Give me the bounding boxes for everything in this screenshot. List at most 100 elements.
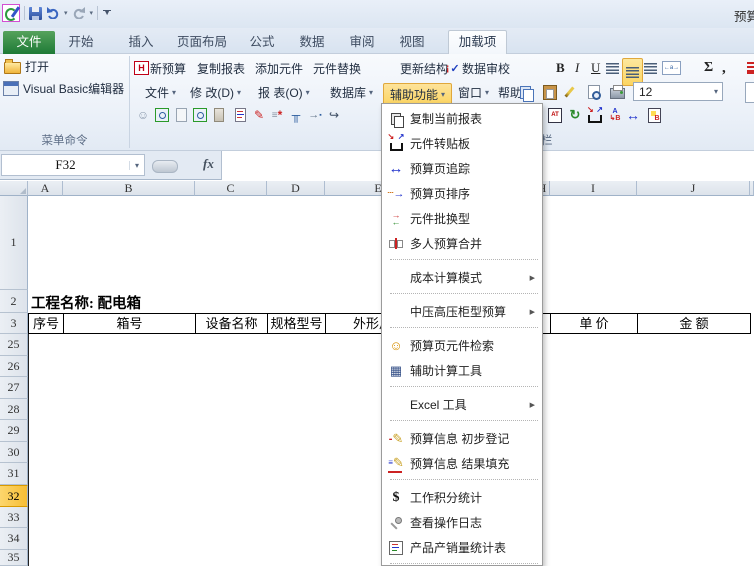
replace-component-button[interactable]: 元件替换	[313, 57, 361, 79]
copy-doc-icon[interactable]	[231, 104, 249, 126]
customize-toolbar-icon[interactable]: ▼	[102, 10, 112, 17]
menu-item-mv-hv-cabinet-budget[interactable]: 中压高压柜型预算	[382, 299, 542, 324]
menu-item-view-operation-log[interactable]: 查看操作日志	[382, 510, 542, 535]
insert-function-button[interactable]: fx	[203, 156, 214, 172]
doc-b-icon[interactable]	[645, 104, 663, 126]
refresh-icon[interactable]	[566, 104, 584, 126]
copy-report-button[interactable]: 复制报表	[197, 57, 245, 79]
menu-item-component-pasteboard[interactable]: 元件转贴板	[382, 131, 542, 156]
font-size-combo[interactable]: 12	[633, 82, 723, 101]
data-check-button[interactable]: 数据审校	[462, 57, 510, 79]
move-row-icon[interactable]	[306, 104, 324, 126]
column-header-j[interactable]: J	[637, 181, 750, 196]
document-icon[interactable]	[172, 104, 190, 126]
menu-item-aux-calc-tool[interactable]: 辅助计算工具	[382, 358, 542, 383]
row-header-29[interactable]: 29	[0, 420, 28, 442]
project-title-cell[interactable]: 工程名称: 配电箱	[31, 292, 141, 313]
row-header-25[interactable]: 25	[0, 334, 28, 356]
row-header-32-active[interactable]: 32	[0, 485, 28, 507]
menu-window[interactable]: 窗口	[458, 81, 489, 103]
menu-item-batch-swap-type[interactable]: 元件批换型	[382, 206, 542, 231]
tab-page-layout[interactable]: 页面布局	[167, 31, 237, 54]
table-header-spec-model[interactable]: 规格型号	[267, 313, 326, 334]
row-header-30[interactable]: 30	[0, 442, 28, 463]
arrow-track-icon[interactable]	[624, 104, 642, 126]
name-box-dropdown-icon[interactable]: ▾	[129, 161, 144, 170]
align-left-icon[interactable]	[606, 57, 619, 79]
tab-formulas[interactable]: 公式	[241, 31, 283, 54]
bucket-transfer-icon[interactable]	[586, 104, 604, 126]
tab-review[interactable]: 审阅	[341, 31, 383, 54]
table-header-device-name[interactable]: 设备名称	[195, 313, 268, 334]
tab-data[interactable]: 数据	[291, 31, 333, 54]
name-box[interactable]: F32 ▾	[1, 154, 145, 176]
menu-file[interactable]: 文件	[145, 81, 176, 103]
menu-database[interactable]: 数据库	[330, 81, 373, 103]
menu-item-multi-user-merge[interactable]: 多人预算合并	[382, 231, 542, 256]
row-header-27[interactable]: 27	[0, 377, 28, 399]
menu-item-cost-calc-mode[interactable]: 成本计算模式	[382, 265, 542, 290]
select-all-corner[interactable]	[0, 181, 28, 196]
merge-cells-icon[interactable]	[662, 57, 681, 79]
paste-icon[interactable]	[543, 81, 557, 103]
ab-swap-icon[interactable]	[606, 104, 624, 126]
save-icon[interactable]	[29, 7, 42, 20]
tab-add-ins[interactable]: 加载项	[448, 30, 507, 55]
menu-item-product-sales-stats[interactable]: 产品产销量统计表	[382, 535, 542, 560]
row-header-3[interactable]: 3	[0, 313, 28, 334]
zoom-sheet-icon[interactable]	[191, 104, 209, 126]
column-header-i[interactable]: I	[550, 181, 637, 196]
menu-item-work-points-stats[interactable]: 工作积分统计	[382, 485, 542, 510]
new-budget-button[interactable]: 新预算	[150, 57, 186, 79]
underline-button[interactable]: U	[591, 57, 600, 79]
bold-button[interactable]: B	[556, 57, 565, 79]
column-header-a[interactable]: A	[28, 181, 63, 196]
table-header-seq[interactable]: 序号	[28, 313, 64, 334]
italic-button[interactable]: I	[575, 57, 579, 79]
column-header-b[interactable]: B	[63, 181, 195, 196]
copy-icon[interactable]	[520, 81, 531, 103]
column-header-d[interactable]: D	[267, 181, 325, 196]
row-header-33[interactable]: 33	[0, 507, 28, 528]
column-header-c[interactable]: C	[195, 181, 267, 196]
table-header-unit-price[interactable]: 单 价	[550, 313, 638, 334]
column-tool-icon[interactable]	[287, 104, 305, 126]
menu-item-copy-current-report[interactable]: 复制当前报表	[382, 106, 542, 131]
menu-item-budget-page-track[interactable]: 预算页追踪	[382, 156, 542, 181]
menu-item-excel-tools[interactable]: Excel 工具	[382, 392, 542, 417]
row-header-28[interactable]: 28	[0, 399, 28, 420]
pencil-edit-icon[interactable]	[250, 104, 268, 126]
table-header-box-no[interactable]: 箱号	[63, 313, 196, 334]
menu-item-budget-info-fill[interactable]: 预算信息 结果填充	[382, 451, 542, 476]
menu-report[interactable]: 报 表(O)	[258, 81, 310, 103]
insert-rows-icon[interactable]	[268, 104, 286, 126]
row-header-2[interactable]: 2	[0, 290, 28, 313]
tab-home[interactable]: 开始	[60, 31, 102, 54]
menu-item-budget-page-sort[interactable]: 预算页排序	[382, 181, 542, 206]
comma-style-button[interactable]: ,	[722, 57, 726, 79]
menu-item-component-search[interactable]: 预算页元件检索	[382, 333, 542, 358]
menu-aux-functions[interactable]: 辅助功能	[383, 83, 452, 105]
print-icon[interactable]	[610, 81, 625, 103]
tab-insert[interactable]: 插入	[120, 31, 162, 54]
undo-dropdown-icon[interactable]: ▾	[64, 9, 68, 17]
redo-dropdown-icon[interactable]: ▾	[90, 9, 94, 17]
export-row-icon[interactable]	[325, 104, 343, 126]
update-structure-button[interactable]: 更新结构	[400, 57, 448, 79]
door-exit-icon[interactable]	[210, 104, 228, 126]
menu-modify[interactable]: 修 改(D)	[190, 81, 241, 103]
row-header-1[interactable]: 1	[0, 196, 28, 290]
zoom-search-icon[interactable]	[153, 104, 171, 126]
autosum-button[interactable]: Σ	[704, 57, 713, 79]
table-header-amount[interactable]: 金 额	[637, 313, 751, 334]
tab-view[interactable]: 视图	[391, 31, 433, 54]
align-right-icon[interactable]	[644, 57, 657, 79]
undo-icon[interactable]	[46, 7, 60, 19]
row-header-31[interactable]: 31	[0, 463, 28, 485]
redo-icon[interactable]	[72, 7, 86, 19]
row-header-35[interactable]: 35	[0, 550, 28, 566]
menu-item-budget-info-initial[interactable]: 预算信息 初步登记	[382, 426, 542, 451]
tab-file[interactable]: 文件	[3, 31, 55, 54]
row-header-34[interactable]: 34	[0, 528, 28, 550]
smiley-icon[interactable]	[134, 104, 152, 126]
